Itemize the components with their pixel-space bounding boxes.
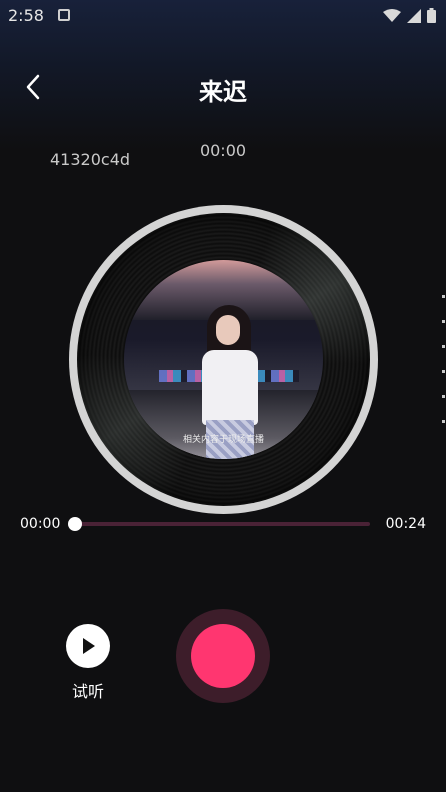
notification-icon [58,9,70,21]
edge-marks [442,295,446,455]
preview-control: 试听 [64,624,112,702]
current-time: 00:00 [20,516,61,532]
record-button-icon [191,624,255,688]
vinyl-record: 相关内容于现场直播 [69,205,378,514]
play-icon [83,638,95,654]
cover-image: 相关内容于现场直播 [124,260,323,459]
wifi-icon [383,8,401,22]
preview-button[interactable] [66,624,110,668]
header: 来迟 [0,62,446,112]
status-bar: 2:58 [0,0,446,32]
signal-icon [407,8,421,23]
battery-icon [427,8,436,23]
status-icons [383,8,436,23]
page-title: 来迟 [199,78,247,106]
status-time: 2:58 [8,6,44,25]
total-time: 00:24 [385,516,426,532]
elapsed-time: 00:00 [199,141,247,160]
progress-row: 00:00 00:24 [0,510,446,540]
cover-subtitle: 相关内容于现场直播 [182,435,264,445]
progress-thumb[interactable] [68,517,82,531]
progress-slider[interactable] [68,517,370,531]
preview-label: 试听 [71,682,104,701]
record-button[interactable] [176,609,270,703]
